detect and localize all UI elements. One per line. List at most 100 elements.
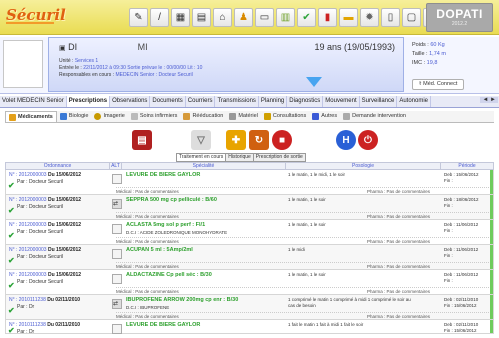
action-bar: ▤ ▽ ✚ ↻ ■ H ⏻ Traitement en cours Histor… — [5, 124, 494, 162]
tab-autonomie[interactable]: Autonomie — [397, 96, 432, 107]
exit-icon[interactable]: ⏻ — [358, 130, 378, 150]
print-icon[interactable]: ▤ — [132, 130, 152, 150]
tab-mouvement[interactable]: Mouvement — [323, 96, 360, 107]
main-toolbar: ✎ / ▦ ▤ ⌂ ♟ ▭ ▥ ✔ ▮ ▬ ✹ ▯ ▢ ⟳ — [129, 8, 442, 27]
table-row[interactable]: N° : 2012000003 Du 15/06/2012 Par : Docte… — [5, 245, 494, 270]
alt-checkbox[interactable] — [112, 274, 122, 284]
patient-vitals: Poids : 60 Kg Taille : 1,74 m IMC : 19,8 — [412, 42, 446, 66]
home-icon[interactable]: ⌂ — [213, 8, 232, 27]
tab-surveillance[interactable]: Surveillance — [360, 96, 398, 107]
grid-icon[interactable]: ▦ — [171, 8, 190, 27]
check-icon[interactable]: ✔ — [297, 8, 316, 27]
tab-prescription-sortie[interactable]: Prescription de sortie — [252, 153, 306, 162]
subtab-consultations[interactable]: Consultations — [261, 111, 309, 122]
alt-checkbox[interactable]: ⇄ — [112, 299, 122, 309]
subtab-materiel[interactable]: Matériel — [226, 111, 261, 122]
tab-scroll-buttons[interactable]: ◄ ► — [480, 97, 498, 103]
validated-check-icon: ✔ — [8, 206, 15, 215]
prescribe-icon[interactable]: ✚ — [226, 130, 246, 150]
subtab-soins[interactable]: Soins infirmiers — [128, 111, 181, 122]
gear-icon[interactable]: ✹ — [360, 8, 379, 27]
validated-check-icon: ✔ — [8, 256, 15, 265]
stop-icon[interactable]: ■ — [272, 130, 292, 150]
table-header: Ordonnance ALT Spécialité Posologie Péri… — [5, 162, 494, 170]
col-periode[interactable]: Période — [441, 163, 493, 169]
col-ordonnance[interactable]: Ordonnance — [6, 163, 110, 169]
table-row[interactable]: N° : 2012000003 Du 15/06/2012 Par : Docte… — [5, 170, 494, 195]
arrow-icon — [343, 113, 351, 120]
alt-checkbox[interactable]: ⇄ — [112, 199, 122, 209]
tab-prescriptions[interactable]: Prescriptions — [66, 96, 111, 107]
subtab-imagerie[interactable]: Imagerie — [91, 111, 127, 122]
tube-icon — [59, 113, 67, 120]
prescription-subtabs: Médicaments Biologie Imagerie Soins infi… — [5, 111, 494, 123]
subtab-biologie[interactable]: Biologie — [57, 111, 92, 122]
tab-observations[interactable]: Observations — [110, 96, 151, 107]
funnel-icon[interactable]: ▽ — [191, 130, 211, 150]
validated-check-icon: ✔ — [8, 281, 15, 290]
table-row[interactable]: N° : 2010111238 Du 02/11/2010 Par : Dr ✔ … — [5, 320, 494, 335]
alt-checkbox[interactable] — [112, 174, 122, 184]
validated-check-icon: ✔ — [8, 306, 15, 315]
screen-icon[interactable]: ▭ — [255, 8, 274, 27]
table-row[interactable]: N° : 2012000003 Du 15/06/2012 Par : Docte… — [5, 220, 494, 245]
page-icon[interactable]: ▯ — [381, 8, 400, 27]
tab-documents[interactable]: Documents — [150, 96, 186, 107]
exit-icon[interactable]: ▮ — [318, 8, 337, 27]
brand-badge: DOPATI 2012.2 — [426, 3, 493, 32]
folder-icon[interactable]: ▬ — [339, 8, 358, 27]
col-alt[interactable]: ALT — [110, 163, 122, 169]
subtab-medicaments[interactable]: Médicaments — [5, 111, 57, 122]
validated-check-icon: ✔ — [8, 231, 15, 240]
person-icon[interactable]: ♟ — [234, 8, 253, 27]
tab-transmissions[interactable]: Transmissions — [215, 96, 259, 107]
tab-planning[interactable]: Planning — [259, 96, 288, 107]
prescriptions-table: Ordonnance ALT Spécialité Posologie Péri… — [5, 162, 494, 335]
alt-checkbox[interactable] — [112, 224, 122, 234]
patient-photo — [3, 40, 43, 88]
tab-diagnostics[interactable]: Diagnostics — [287, 96, 324, 107]
patient-name: ▣ DI MI — [59, 42, 148, 52]
renew-icon[interactable]: ↻ — [249, 130, 269, 150]
tab-courriers[interactable]: Courriers — [186, 96, 216, 107]
syringe-icon — [130, 113, 138, 120]
patient-responsible: Responsables en cours : MEDECIN Senior :… — [59, 72, 193, 78]
patient-banner: ▣ DI MI 19 ans (19/05/1993) Unité : Serv… — [48, 37, 404, 92]
document-icon[interactable]: ▢ — [402, 8, 421, 27]
med-connect-button[interactable]: ⚕ Méd. Connect — [412, 79, 464, 90]
edit-icon[interactable]: ✎ — [129, 8, 148, 27]
table-row[interactable]: N° : 2012000003 Du 15/06/2012 Par : Docte… — [5, 195, 494, 220]
walker-icon — [183, 113, 191, 120]
tab-historique[interactable]: Historique — [225, 153, 254, 162]
tool-icon — [229, 113, 237, 120]
main-tabs: Volet MEDECIN Senior Prescriptions Obser… — [0, 96, 499, 108]
subtab-demande[interactable]: Demande intervention — [340, 111, 409, 122]
pill-icon — [9, 113, 16, 121]
table-row[interactable]: N° : 2010111238 Du 02/11/2010 Par : Dr ✔ … — [5, 295, 494, 320]
stats-icon[interactable]: ▥ — [276, 8, 295, 27]
hospital-icon[interactable]: H — [336, 130, 356, 150]
patient-age: 19 ans (19/05/1993) — [314, 42, 395, 52]
app-logo: Sécuril — [6, 6, 66, 24]
pen-icon[interactable]: / — [150, 8, 169, 27]
alt-checkbox[interactable] — [112, 324, 122, 334]
view-tabs: Traitement en cours Historique Prescript… — [176, 153, 306, 162]
subtab-autres[interactable]: Autres — [309, 111, 340, 122]
alt-checkbox[interactable] — [112, 249, 122, 259]
camera-icon — [94, 113, 102, 120]
tab-traitement-en-cours[interactable]: Traitement en cours — [176, 153, 227, 162]
folder-icon — [312, 113, 320, 120]
expand-arrow-icon[interactable] — [306, 77, 322, 87]
app-header: Sécuril ✎ / ▦ ▤ ⌂ ♟ ▭ ▥ ✔ ▮ ▬ ✹ ▯ ▢ ⟳ DO… — [0, 0, 499, 35]
subtab-reeducation[interactable]: Rééducation — [180, 111, 226, 122]
tab-volet[interactable]: Volet MEDECIN Senior — [0, 96, 67, 107]
col-posologie[interactable]: Posologie — [286, 163, 441, 169]
col-specialite[interactable]: Spécialité — [122, 163, 286, 169]
validated-check-icon: ✔ — [8, 181, 15, 190]
table-row[interactable]: N° : 2012000003 Du 15/06/2012 Par : Docte… — [5, 270, 494, 295]
patient-unit: Unité : Services 1 — [59, 58, 99, 64]
patient-stay: Entrée le : 22/11/2012 à 09:30 Sortie pr… — [59, 65, 203, 71]
validated-check-icon: ✔ — [8, 326, 15, 335]
window-icon[interactable]: ▤ — [192, 8, 211, 27]
stethoscope-icon — [263, 113, 271, 120]
